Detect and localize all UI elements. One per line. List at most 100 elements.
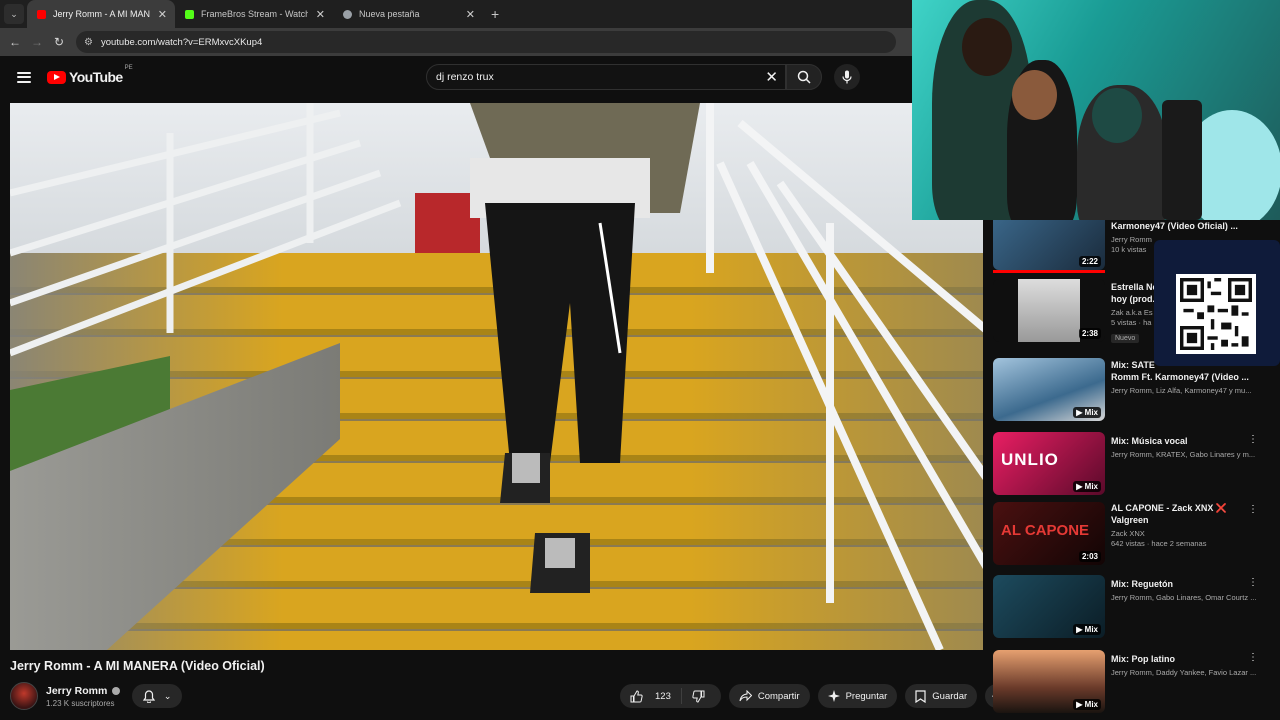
stream-qr-overlay	[1154, 240, 1280, 366]
save-label: Guardar	[932, 690, 968, 702]
video-title: Jerry Romm - A MI MANERA (Video Oficial)	[10, 659, 265, 673]
tab-title: FrameBros Stream - Watch Live	[201, 9, 308, 19]
new-badge: Nuevo	[1111, 334, 1140, 343]
tab-title: Jerry Romm - A MI MANERA (V	[53, 9, 150, 19]
tab-search-button[interactable]: ⌄	[4, 4, 24, 24]
webcam-chair	[1162, 100, 1202, 220]
country-code: PE	[124, 65, 133, 71]
search-value: dj renzo trux	[436, 71, 494, 83]
voice-search-button[interactable]	[834, 64, 860, 90]
rec-meta: 642 vistas · hace 2 semanas	[1111, 539, 1207, 548]
list-item[interactable]: UNLIO ▶ Mix Mix: Música vocal Jerry Romm…	[993, 432, 1280, 496]
video-frame-person	[470, 103, 700, 593]
bell-icon	[142, 689, 155, 703]
video-thumbnail[interactable]: 2:38	[993, 279, 1105, 342]
screen: ⌄ Jerry Romm - A MI MANERA (V ✕ FrameBro…	[0, 0, 1280, 720]
share-icon	[739, 690, 752, 702]
share-button[interactable]: Compartir	[728, 684, 810, 708]
rec-channel: Jerry Romm, Gabo Linares, Omar Courtz ..…	[1111, 593, 1257, 602]
chrome-favicon-icon	[343, 9, 352, 19]
rec-title: Mix: Música vocal	[1111, 436, 1188, 446]
tab-new[interactable]: Nueva pestaña ✕	[333, 0, 483, 28]
video-thumbnail[interactable]: 2:22	[993, 220, 1105, 270]
search-input[interactable]: dj renzo trux ✕	[426, 64, 786, 90]
list-item[interactable]: ▶ Mix Mix: Pop latino Jerry Romm, Daddy …	[993, 650, 1280, 714]
list-item[interactable]: AL CAPONE 2:03 AL CAPONE - Zack XNX ❌ Va…	[993, 502, 1280, 566]
video-thumbnail[interactable]: ▶ Mix	[993, 650, 1105, 713]
save-button[interactable]: Guardar	[905, 684, 978, 708]
video-duration: 2:38	[1078, 328, 1101, 339]
close-tab-icon[interactable]: ✕	[158, 8, 167, 21]
reload-icon[interactable]: ↻	[48, 35, 70, 49]
close-tab-icon[interactable]: ✕	[466, 8, 475, 21]
microphone-icon	[842, 70, 852, 84]
like-dislike-group: 123	[620, 684, 721, 708]
url-field[interactable]: ⚙ youtube.com/watch?v=ERMxvcXKup4	[76, 31, 896, 53]
search-icon	[797, 70, 811, 84]
tab-framebros[interactable]: FrameBros Stream - Watch Live ✕	[175, 0, 333, 28]
chevron-down-icon: ⌄	[10, 8, 18, 19]
list-item[interactable]: ▶ Mix Mix: Reguetón Jerry Romm, Gabo Lin…	[993, 575, 1280, 639]
rec-channel: Jerry Romm, Daddy Yankee, Favio Lazar ..…	[1111, 668, 1257, 677]
kick-favicon-icon	[185, 9, 194, 19]
close-tab-icon[interactable]: ✕	[316, 8, 325, 21]
qr-code-icon	[1176, 274, 1256, 354]
more-vertical-icon[interactable]: ⋮	[1248, 577, 1258, 588]
video-actions: 123 Compartir Preguntar Guardar ⋯	[620, 684, 1010, 708]
rec-title: AL CAPONE - Zack XNX ❌	[1111, 503, 1228, 513]
chevron-down-icon: ⌄	[163, 690, 172, 701]
clear-search-icon[interactable]: ✕	[765, 68, 778, 86]
back-icon[interactable]: ←	[4, 35, 26, 49]
search-button[interactable]	[786, 64, 822, 90]
mix-badge: ▶ Mix	[1073, 481, 1101, 492]
video-thumbnail[interactable]: AL CAPONE 2:03	[993, 502, 1105, 565]
video-player[interactable]	[10, 103, 983, 650]
rec-title-line2: Valgreen	[1111, 515, 1149, 525]
rec-title: Mix: Reguetón	[1111, 579, 1173, 589]
tab-youtube[interactable]: Jerry Romm - A MI MANERA (V ✕	[27, 0, 175, 28]
thumbs-up-icon	[630, 689, 643, 702]
video-duration: 2:22	[1078, 256, 1101, 267]
thumbs-down-icon	[692, 690, 705, 703]
logo-text: YouTube	[69, 69, 123, 85]
youtube-header: YouTube PE dj renzo trux ✕	[0, 56, 912, 98]
menu-icon[interactable]	[17, 69, 31, 85]
rec-channel: Zack XNX	[1111, 529, 1145, 538]
video-duration: 2:03	[1078, 551, 1101, 562]
rec-title: Karmoney47 (Video Oficial) ...	[1111, 221, 1238, 231]
watch-progress-bar	[993, 270, 1105, 273]
channel-avatar[interactable]	[10, 682, 38, 710]
rec-channel: Jerry Romm, Liz Alfa, Karmoney47 y mu...	[1111, 386, 1252, 395]
video-frame-railing-left	[10, 103, 402, 357]
mix-badge: ▶ Mix	[1073, 699, 1101, 710]
list-item[interactable]: ▶ Mix Mix: SATE Romm Ft. Karmoney47 (Vid…	[993, 358, 1280, 422]
ask-button[interactable]: Preguntar	[817, 684, 898, 708]
youtube-favicon-icon	[37, 9, 46, 19]
forward-icon[interactable]: →	[26, 35, 48, 49]
webcam-person	[1012, 70, 1057, 120]
tab-title: Nueva pestaña	[359, 9, 420, 19]
share-label: Compartir	[757, 690, 800, 702]
channel-name[interactable]: Jerry Romm	[46, 685, 107, 697]
subscriber-count: 1.23 K suscriptores	[46, 698, 115, 708]
thumbnail-graphic: UNLIO	[1001, 450, 1059, 469]
youtube-logo[interactable]: YouTube PE	[47, 65, 133, 85]
browser-tab-strip: ⌄ Jerry Romm - A MI MANERA (V ✕ FrameBro…	[0, 0, 912, 28]
ask-label: Preguntar	[845, 690, 888, 702]
site-info-icon[interactable]: ⚙	[84, 37, 93, 48]
more-vertical-icon[interactable]: ⋮	[1248, 652, 1258, 663]
rec-channel: Jerry Romm, KRATEX, Gabo Linares y m...	[1111, 450, 1256, 459]
like-button[interactable]: 123	[620, 688, 682, 704]
video-thumbnail[interactable]: ▶ Mix	[993, 358, 1105, 421]
video-thumbnail[interactable]: UNLIO ▶ Mix	[993, 432, 1105, 495]
rec-title-line2: Romm Ft. Karmoney47 (Video ...	[1111, 372, 1249, 382]
dislike-button[interactable]	[682, 690, 721, 703]
new-tab-icon[interactable]: +	[491, 6, 499, 22]
webcam-person	[962, 18, 1012, 76]
more-vertical-icon[interactable]: ⋮	[1248, 434, 1258, 445]
notifications-button[interactable]: ⌄	[132, 684, 182, 708]
more-vertical-icon[interactable]: ⋮	[1248, 504, 1258, 515]
thumbnail-graphic: AL CAPONE	[1001, 522, 1090, 539]
youtube-play-icon	[47, 70, 66, 84]
video-thumbnail[interactable]: ▶ Mix	[993, 575, 1105, 638]
